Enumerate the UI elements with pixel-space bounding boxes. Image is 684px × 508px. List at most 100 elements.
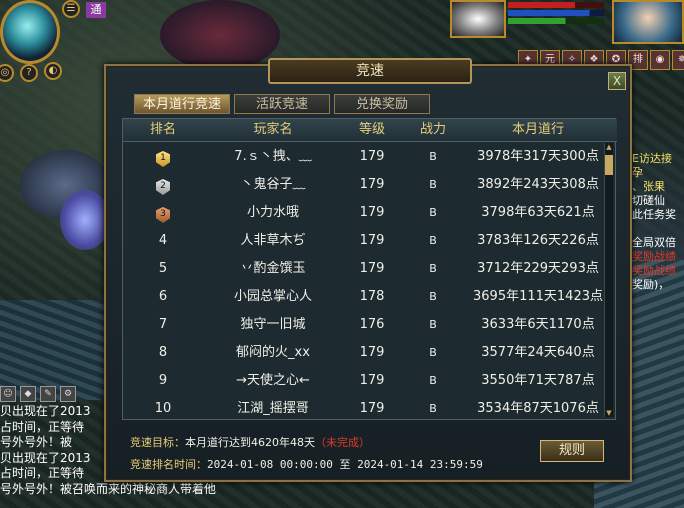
hud-button-2[interactable]: ?	[20, 64, 38, 82]
scroll-down-icon[interactable]: ▼	[605, 409, 613, 417]
goal-text: 本月道行达到4620年48天	[185, 436, 315, 449]
table-row[interactable]: 4 人非草木ぢ 179 B 3783年126天226点	[123, 227, 603, 255]
power-cell: B	[429, 206, 437, 219]
table-row[interactable]: 10 江湖_摇摆哥 179 B 3534年87天1076点	[123, 395, 603, 423]
player-name[interactable]: 人非草木ぢ	[207, 227, 339, 255]
level-cell: 179	[359, 373, 385, 388]
player-name[interactable]: 小力水哦	[207, 199, 339, 227]
player-name[interactable]: 独守一旧城	[207, 311, 339, 339]
player-name[interactable]: 丷酌金馔玉	[207, 255, 339, 283]
chat-edit-icon[interactable]: ✎	[40, 386, 56, 402]
mp-bar	[508, 10, 604, 16]
hud-button-3[interactable]: ◐	[44, 62, 62, 80]
power-cell: B	[429, 234, 437, 247]
table-row[interactable]: 7 独守一旧城 176 B 3633年6天1170点	[123, 311, 603, 339]
rank-number: 5	[158, 261, 168, 276]
side-task-line: 奖励)，	[632, 278, 670, 291]
level-cell: 179	[359, 261, 385, 276]
dao-cell: 3534年87天1076点	[477, 401, 599, 416]
scroll-thumb[interactable]	[605, 155, 613, 175]
rank-cell: 10	[123, 395, 203, 423]
table-row[interactable]: 2 丶鬼谷子﹏ 179 B 3892年243天308点	[123, 171, 603, 199]
level-cell: 179	[359, 149, 385, 164]
rank-number: 8	[158, 345, 168, 360]
column-header-rank: 排名	[149, 122, 176, 137]
chat-line: 号外号外！被	[0, 435, 73, 450]
close-button[interactable]: X	[608, 72, 626, 90]
chat-toolbar: ☺ ◆ ✎ ⚙	[0, 386, 76, 402]
chat-line: 占时间，正等待	[0, 466, 85, 481]
rank-number: 10	[154, 401, 172, 416]
buff-icon[interactable]: ◉	[650, 50, 670, 70]
hud-button-4[interactable]: ☰	[62, 0, 80, 18]
player-name[interactable]: 郁闷的火_xx	[207, 339, 339, 367]
medal-icon: 3	[156, 207, 170, 223]
chat-diamond-icon[interactable]: ◆	[20, 386, 36, 402]
player-name[interactable]: 7.ｓ丶拽、﹏	[207, 143, 339, 171]
time-label: 竞速排名时间：	[130, 458, 207, 471]
dao-cell: 3550年71天787点	[481, 373, 595, 388]
chat-face-icon[interactable]: ☺	[0, 386, 16, 402]
power-cell: B	[429, 290, 437, 303]
goal-line: 竞速目标：本月道行达到4620年48天（未完成）	[130, 432, 483, 454]
dao-cell: 3633年6天1170点	[481, 317, 595, 332]
rank-cell: 9	[123, 367, 203, 395]
glow-effect	[60, 190, 110, 250]
table-row[interactable]: 9 →天使之心← 179 B 3550年71天787点	[123, 367, 603, 395]
column-header-dao: 本月道行	[511, 122, 564, 137]
player-name[interactable]: 小园总掌心人	[207, 283, 339, 311]
tab-monthly-dao-race[interactable]: 本月道行竞速	[134, 94, 230, 114]
level-cell: 176	[359, 317, 385, 332]
player-name[interactable]: 丶鬼谷子﹏	[207, 171, 339, 199]
rank-cell: 2	[123, 171, 203, 199]
ranking-table: 排名 玩家名 等级 战力 本月道行 1 7.ｓ丶拽、﹏ 179 B 3978年317天3…	[122, 118, 617, 423]
building-roof-left	[0, 300, 105, 400]
rank-cell: 3	[123, 199, 203, 227]
rank-number: 7	[158, 317, 168, 332]
rules-button[interactable]: 规则	[540, 440, 604, 462]
dao-cell: 3695年111天1423点	[473, 289, 603, 304]
level-cell: 179	[359, 401, 385, 416]
power-cell: B	[429, 178, 437, 191]
table-row[interactable]: 1 7.ｓ丶拽、﹏ 179 B 3978年317天300点	[123, 143, 603, 171]
rank-cell: 6	[123, 283, 203, 311]
side-task-line: 此任务奖	[632, 208, 676, 221]
hp-bar	[508, 2, 604, 8]
level-cell: 178	[359, 289, 385, 304]
time-text: 2024-01-08 00:00:00 至 2024-01-14 23:59:5…	[207, 458, 483, 471]
table-row[interactable]: 3 小力水哦 179 B 3798年63天621点	[123, 199, 603, 227]
buff-icon[interactable]: ✵	[672, 50, 684, 70]
chat-line: 贝出现在了2013	[0, 404, 91, 418]
minimap-orb[interactable]	[0, 0, 60, 64]
medal-icon: 1	[156, 151, 170, 167]
player-portrait[interactable]	[612, 0, 684, 44]
power-cell: B	[429, 346, 437, 359]
column-header-name: 玩家名	[253, 122, 293, 137]
time-line: 竞速排名时间：2024-01-08 00:00:00 至 2024-01-14 …	[130, 454, 483, 476]
tab-redeem-rewards[interactable]: 兑换奖励	[334, 94, 430, 114]
table-row[interactable]: 5 丷酌金馔玉 179 B 3712年229天293点	[123, 255, 603, 283]
dialog-title: 竞速	[268, 58, 472, 84]
table-header: 排名 玩家名 等级 战力 本月道行	[123, 119, 617, 142]
chat-line: 贝出现在了2013	[0, 450, 91, 465]
rank-cell: 7	[123, 311, 203, 339]
table-scrollbar[interactable]: ▲ ▼	[604, 143, 613, 417]
dao-cell: 3577年24天640点	[481, 345, 595, 360]
player-name[interactable]: →天使之心←	[207, 367, 339, 395]
table-row[interactable]: 6 小园总掌心人 178 B 3695年111天1423点	[123, 283, 603, 311]
table-row[interactable]: 8 郁闷的火_xx 179 B 3577年24天640点	[123, 339, 603, 367]
rank-number: 9	[158, 373, 168, 388]
level-cell: 179	[359, 177, 385, 192]
player-name[interactable]: 江湖_摇摆哥	[207, 395, 339, 423]
scroll-up-icon[interactable]: ▲	[605, 143, 613, 151]
chat-gear-icon[interactable]: ⚙	[60, 386, 76, 402]
tab-bar: 本月道行竞速 活跃竞速 兑换奖励	[134, 94, 430, 114]
goal-label: 竞速目标：	[130, 436, 185, 449]
hud-tag[interactable]: 通	[86, 2, 106, 18]
tab-activity-race[interactable]: 活跃竞速	[234, 94, 330, 114]
rank-number: 6	[158, 289, 168, 304]
dao-cell: 3712年229天293点	[477, 261, 599, 276]
pet-portrait[interactable]	[450, 0, 506, 38]
rank-number: 4	[158, 233, 168, 248]
rank-cell: 8	[123, 339, 203, 367]
